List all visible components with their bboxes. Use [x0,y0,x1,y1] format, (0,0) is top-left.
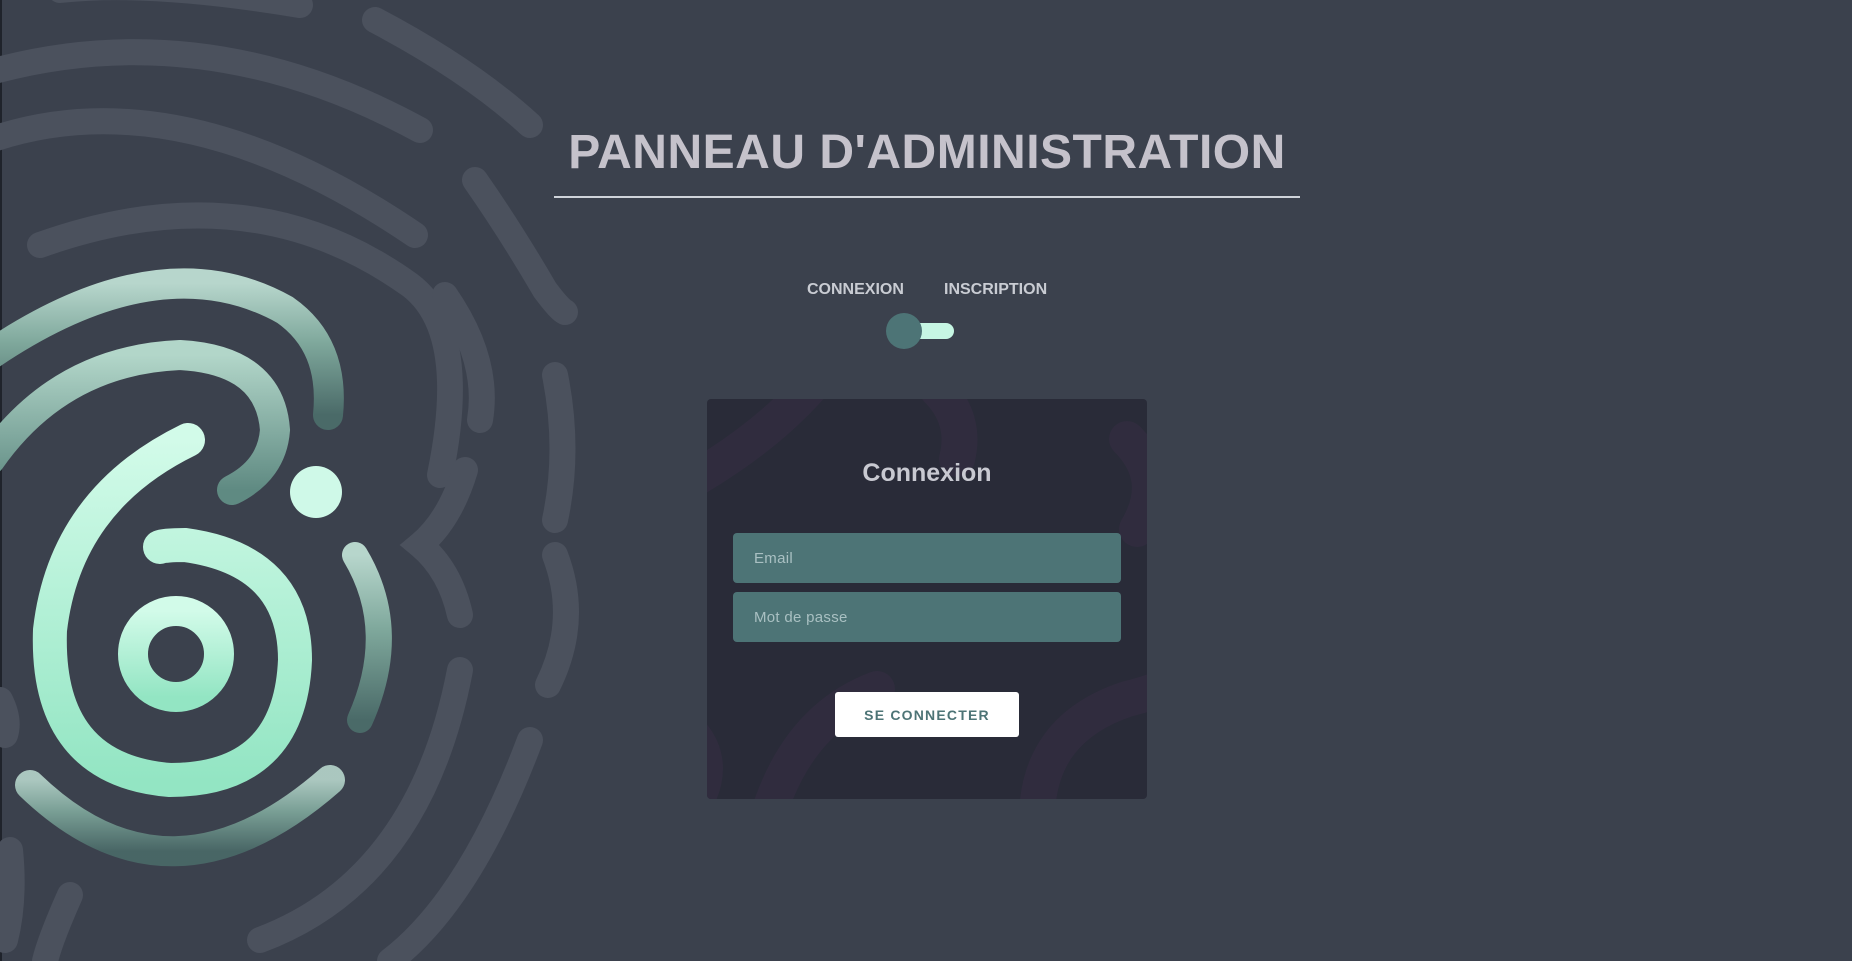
login-page: PANNEAU D'ADMINISTRATION CONNEXION INSCR… [0,0,1852,961]
page-title: PANNEAU D'ADMINISTRATION [568,126,1286,179]
card-title: Connexion [862,459,992,487]
auth-mode-toggle[interactable] [886,312,958,350]
toggle-knob[interactable] [886,313,922,349]
password-input[interactable] [733,592,1121,642]
login-button[interactable]: SE CONNECTER [835,692,1019,737]
login-card: Connexion SE CONNECTER [707,399,1147,799]
auth-tabs: CONNEXION INSCRIPTION [0,279,1852,301]
fingerprint-logo-icon [0,0,579,961]
title-divider [554,196,1300,198]
email-input[interactable] [733,533,1121,583]
tab-inscription[interactable]: INSCRIPTION [944,279,1047,301]
tab-connexion[interactable]: CONNEXION [807,279,904,301]
